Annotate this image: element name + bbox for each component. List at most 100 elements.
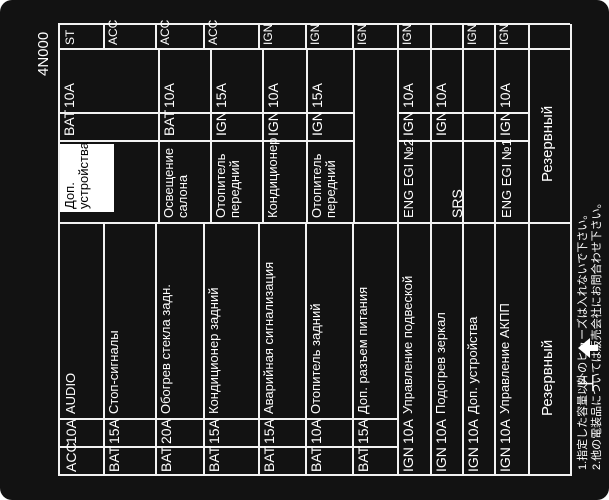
- col2-lower-amp-3: 10A: [497, 83, 513, 108]
- col1-lower-type-2: IGN: [465, 447, 481, 472]
- grid-line: [306, 50, 308, 222]
- col2-lower-amp-1: 10A: [433, 83, 449, 108]
- grid-line: [210, 50, 212, 222]
- col1-lower-name-1: Подогрев зеркал: [433, 312, 448, 414]
- grid-line: [203, 24, 205, 48]
- grid-line: [262, 50, 264, 222]
- grid-line: [103, 224, 105, 476]
- grid-line: [494, 50, 496, 222]
- grid-line: [158, 50, 160, 222]
- grid-line: [494, 224, 496, 476]
- grid-line: [462, 24, 464, 48]
- col1-lower-amp-0: 10A: [400, 419, 416, 444]
- col1-lower-name-0: Управление подвеской: [400, 275, 415, 414]
- col1-lower-name-2: Доп. устройства: [465, 316, 480, 414]
- grid-line: [305, 224, 307, 476]
- grid-line: [462, 224, 464, 476]
- grid-line: [352, 224, 354, 476]
- col1-name-6: Доп. разъем питания: [355, 286, 370, 414]
- col3-type-2: ACC: [158, 19, 172, 45]
- extra-device-box: Доп. устройства: [60, 142, 114, 212]
- col3-type-4: IGN: [261, 23, 275, 45]
- grid-line: [103, 24, 105, 48]
- extra-device-box-name: Доп. устройства: [62, 142, 91, 209]
- col2-name-2: Кондиционер: [265, 137, 280, 218]
- col1-lower-amp-1: 10A: [433, 419, 449, 444]
- col2-amp-3: 15A: [309, 83, 325, 108]
- col1-lower-name-3: Управление АКПП: [497, 303, 512, 414]
- grid-line: [352, 24, 354, 48]
- col2-lower-amp-0: 10A: [400, 83, 416, 108]
- col2-srs: SRS: [449, 189, 465, 218]
- col1-type-0: ACC: [63, 442, 79, 472]
- col3-type-7: IGN: [400, 23, 414, 45]
- col3-type-6: IGN: [355, 23, 369, 45]
- col1-amp-3: 15A: [206, 419, 222, 444]
- col1-amp-5: 10A: [308, 419, 324, 444]
- col1-reserved: Резервный: [539, 339, 556, 416]
- col1-amp-4: 15A: [261, 419, 277, 444]
- note-line-1: 1.指定した容量以外のヒューズは入れないで下さい。: [577, 208, 589, 470]
- grid-line: [58, 24, 60, 476]
- col2-lower-type-1: IGN: [433, 111, 449, 136]
- col1-lower-type-3: IGN: [497, 447, 513, 472]
- grid-line: [430, 24, 432, 48]
- grid-line: [258, 24, 260, 48]
- col2-reserved: Резервный: [539, 105, 556, 182]
- col2-name-3: Отопитель передний: [309, 153, 338, 218]
- grid-line: [528, 24, 530, 476]
- col1-lower-amp-2: 10A: [465, 419, 481, 444]
- label-rotated-layout: 4N000 ACC 10A AUDIO BAT 15A Стоп-сигналы BAT 20A…: [0, 0, 609, 500]
- col1-name-3: Кондиционер задний: [206, 287, 221, 415]
- col2-type-1: IGN: [213, 111, 229, 136]
- part-code: 4N000: [35, 31, 52, 76]
- note-line-2: 2.他の電装品については販売会社にお問合わせ下さい。: [591, 197, 603, 470]
- grid-line: [570, 24, 572, 476]
- col1-type-3: BAT: [206, 445, 222, 472]
- col2-type-0: BAT: [161, 109, 177, 136]
- col2-name-0: Освещение салона: [161, 147, 190, 218]
- col1-type-2: BAT: [158, 445, 174, 472]
- col1-name-5: Отопитель задний: [308, 303, 323, 414]
- col1-amp-2: 20A: [158, 419, 174, 444]
- col3-type-1: ACC: [106, 19, 120, 45]
- grid-line: [158, 140, 353, 142]
- col2-amp-2: 10A: [265, 83, 281, 108]
- col1-type-6: BAT: [355, 445, 371, 472]
- col1-amp-6: 15A: [355, 419, 371, 444]
- col1-lower-amp-3: 10A: [497, 419, 513, 444]
- grid-line: [397, 24, 399, 48]
- col1-name-1: Стоп-сигналы: [106, 330, 121, 414]
- grid-line: [397, 50, 399, 222]
- col1-type-1: BAT: [106, 445, 122, 472]
- grid-line: [258, 224, 260, 476]
- fuse-box-label: 4N000 ACC 10A AUDIO BAT 15A Стоп-сигналы BAT 20A…: [0, 0, 609, 500]
- grid-line: [155, 224, 157, 476]
- col3-type-10: IGN: [497, 23, 511, 45]
- col3-type-3: ACC: [206, 19, 220, 45]
- col1-type-5: BAT: [308, 445, 324, 472]
- col1-amp-1: 15A: [106, 419, 122, 444]
- col2-eng2: ENG EGI №2: [401, 139, 416, 218]
- grid-line: [305, 24, 307, 48]
- grid-line: [430, 224, 432, 476]
- grid-line: [58, 140, 158, 142]
- col2-amp-1: 15A: [213, 83, 229, 108]
- grid-line: [155, 24, 157, 48]
- grid-line: [58, 112, 158, 114]
- col1-amp-0: 10A: [63, 419, 79, 444]
- col2-type-3: IGN: [309, 111, 325, 136]
- col3-type-5: IGN: [308, 23, 322, 45]
- col2-lower-type-0: IGN: [400, 111, 416, 136]
- col1-lower-type-1: IGN: [433, 447, 449, 472]
- col2-lower-type-3: IGN: [497, 111, 513, 136]
- col3-type-0: ST: [63, 29, 77, 45]
- col2-box-amp: 10A: [61, 83, 77, 108]
- col3-type-9: IGN: [465, 23, 479, 45]
- col1-type-4: BAT: [261, 445, 277, 472]
- grid-line: [203, 224, 205, 476]
- col2-name-1: Отопитель передний: [213, 153, 242, 218]
- col1-name-4: Аварийная сигнализация: [261, 261, 276, 414]
- grid-line: [430, 50, 432, 222]
- col2-eng1: ENG EGI №1: [499, 139, 514, 218]
